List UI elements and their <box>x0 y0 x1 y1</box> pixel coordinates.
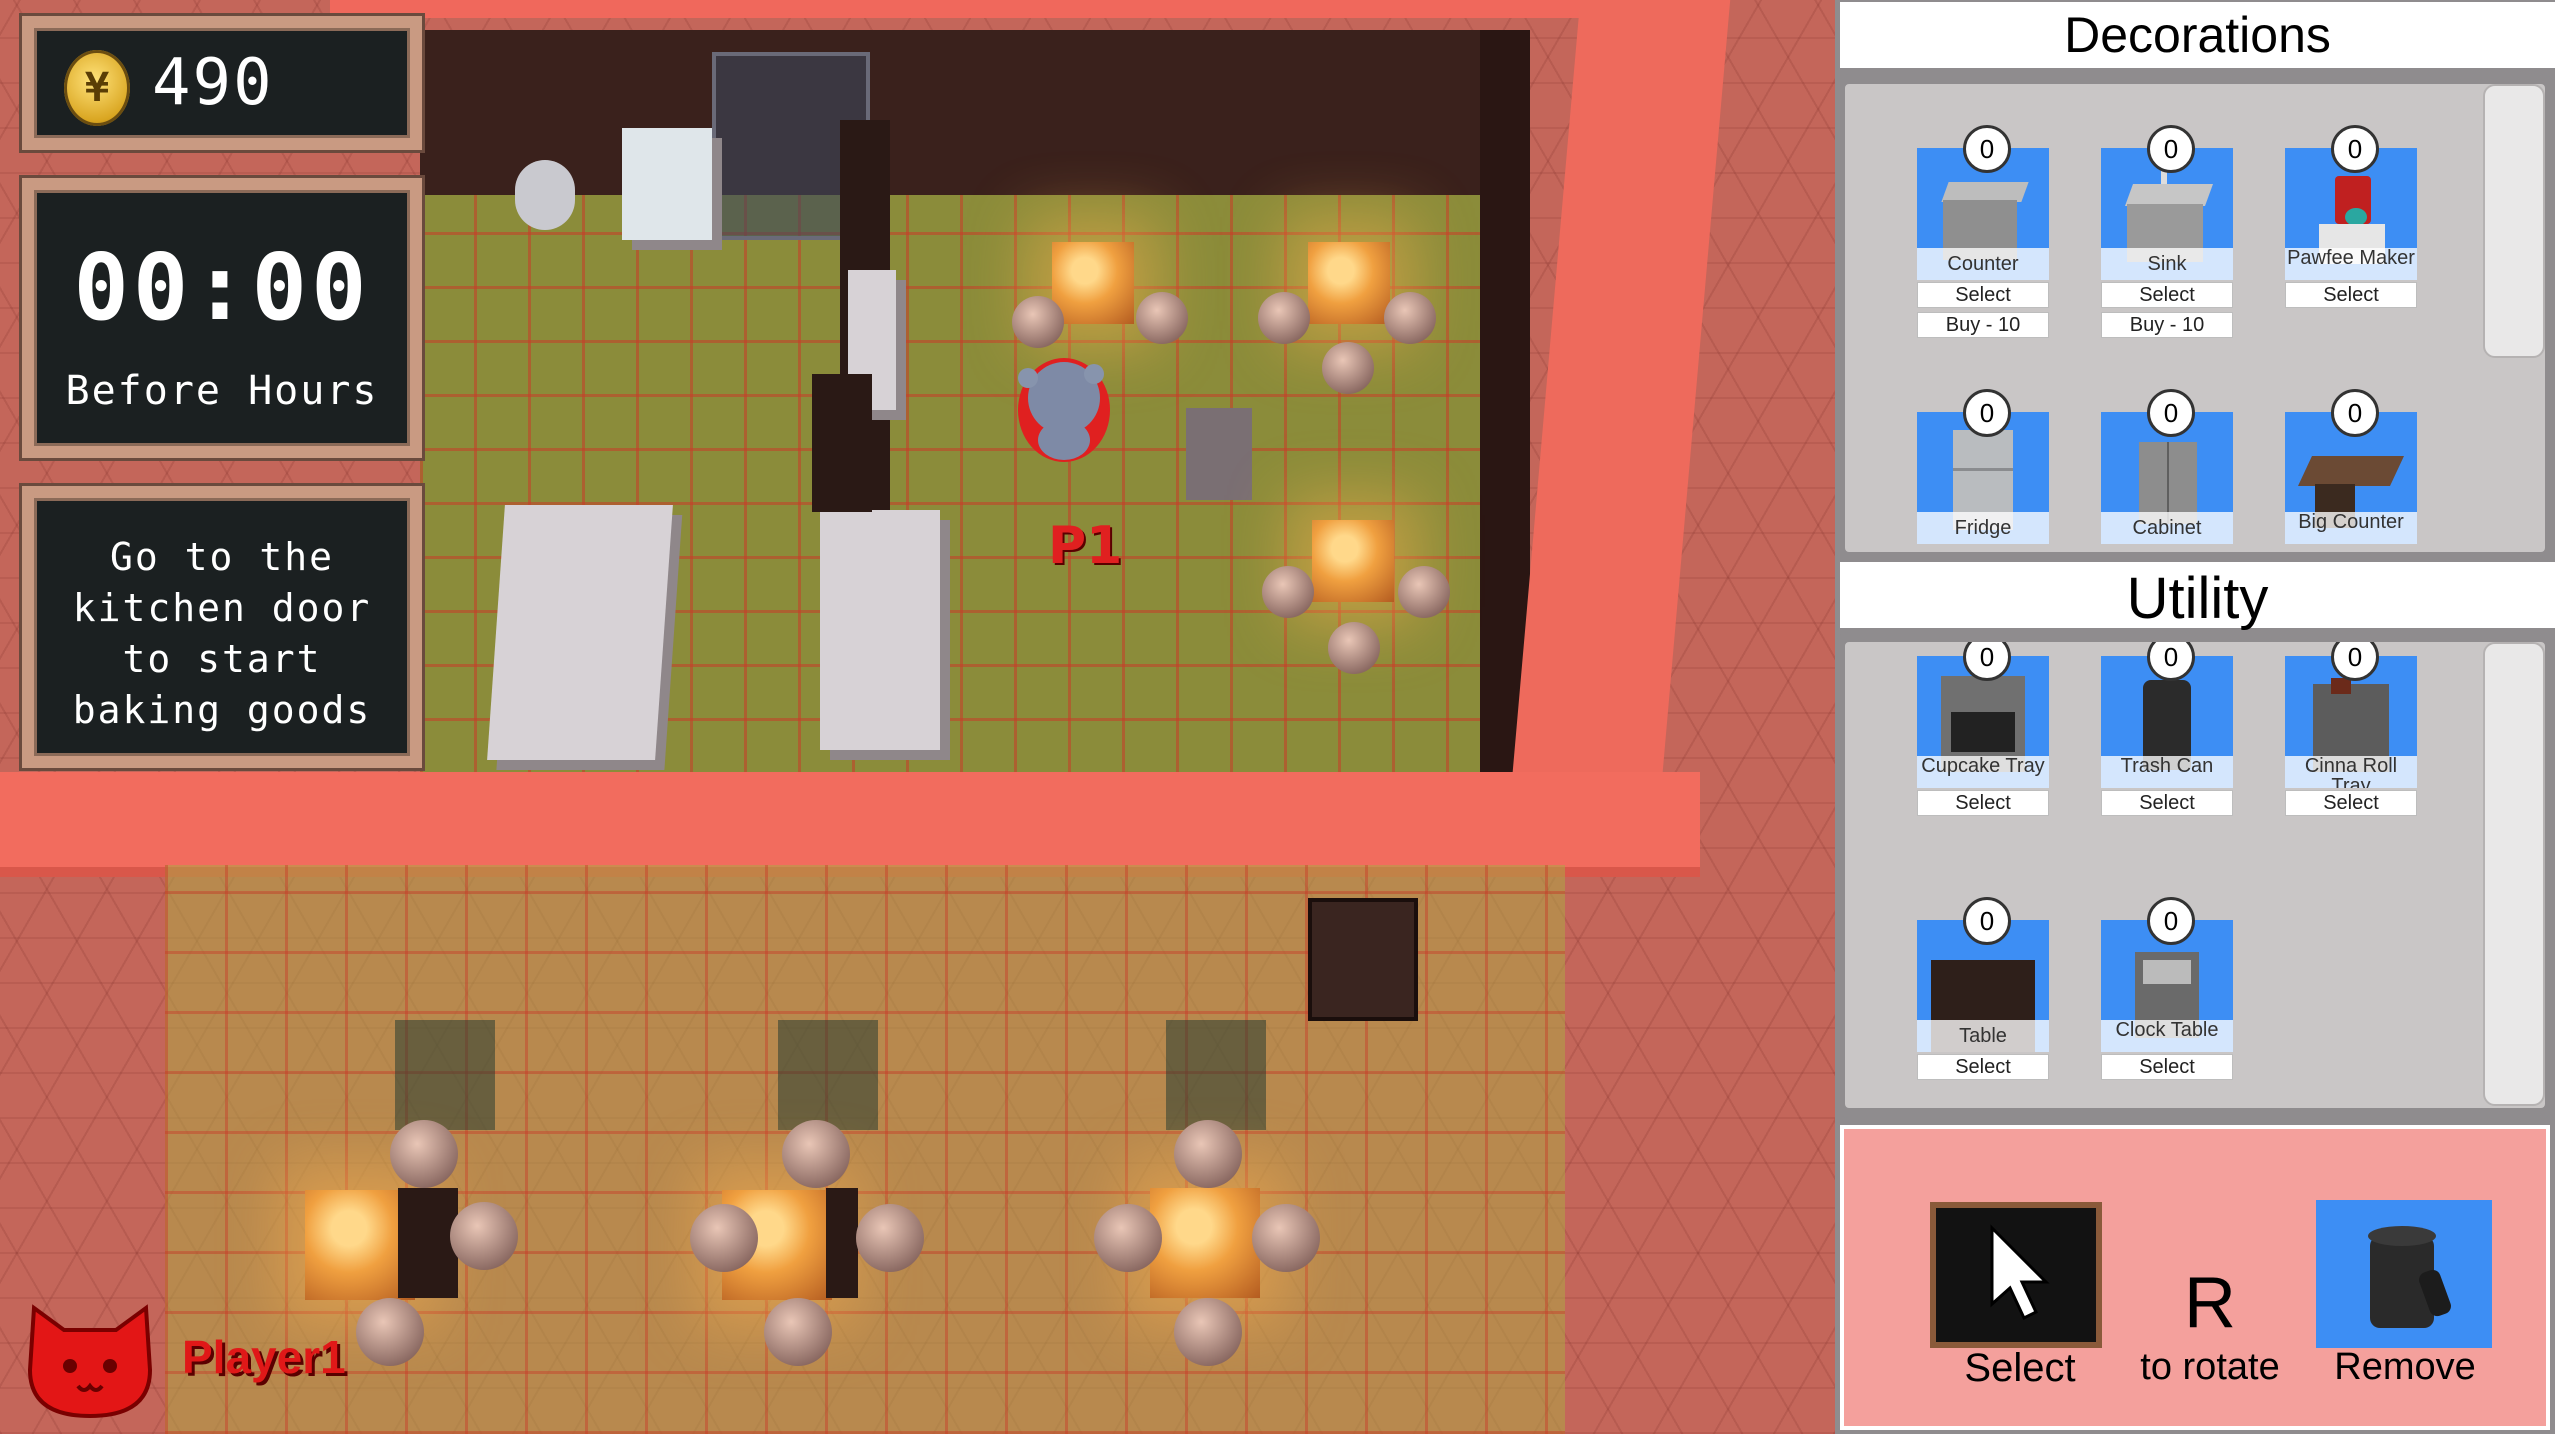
stool <box>1328 622 1380 674</box>
money-panel: ¥ 490 <box>22 16 422 150</box>
select-button[interactable]: Select <box>2285 790 2417 816</box>
stool <box>764 1298 832 1366</box>
select-button[interactable]: Select <box>1917 790 2049 816</box>
item-name: Pawfee Maker <box>2285 248 2417 280</box>
item-name: Sink <box>2101 248 2233 280</box>
clock-panel: 00:00 Before Hours <box>22 178 422 458</box>
select-button[interactable]: Select <box>2285 282 2417 308</box>
item-count-badge: 0 <box>2331 642 2379 681</box>
cursor-arrow-icon <box>1990 1224 2050 1321</box>
player-name: Player1 <box>182 1331 346 1383</box>
item-count-badge: 0 <box>2147 897 2195 945</box>
table-lamp <box>1150 1188 1260 1298</box>
item-name: Big Counter <box>2285 512 2417 544</box>
table-side <box>398 1188 458 1298</box>
item-count-badge: 0 <box>1963 642 2011 681</box>
item-name: Table <box>1917 1020 2049 1052</box>
select-button[interactable]: Select <box>1917 1054 2049 1080</box>
item-name: Cabinet <box>2101 512 2233 544</box>
decorations-list[interactable]: 0 Counter Select Buy - 10 0 Sink Select … <box>1835 74 2555 562</box>
item-count-badge: 0 <box>2331 389 2379 437</box>
stool <box>1252 1204 1320 1272</box>
rotate-key: R <box>2184 1263 2236 1343</box>
sink-object <box>1186 408 1252 500</box>
item-count-badge: 0 <box>1963 897 2011 945</box>
select-button[interactable]: Select <box>2101 790 2233 816</box>
decorations-scrollbar[interactable] <box>2483 84 2545 358</box>
stool <box>1262 566 1314 618</box>
stool <box>1174 1298 1242 1366</box>
stool <box>782 1120 850 1188</box>
trash-bin-object <box>515 160 575 230</box>
doorway-block <box>812 374 872 512</box>
table-shadow <box>778 1020 878 1130</box>
player-marker: P1 <box>1048 516 1123 576</box>
stool <box>1094 1204 1162 1272</box>
outer-wall-right <box>1509 0 1731 805</box>
item-count-badge: 0 <box>1963 125 2011 173</box>
item-count-badge: 0 <box>2331 125 2379 173</box>
select-tool-button[interactable] <box>1930 1202 2102 1348</box>
stool <box>1258 292 1310 344</box>
select-button[interactable]: Select <box>2101 282 2233 308</box>
item-name: Cupcake Tray <box>1917 756 2049 788</box>
outer-wall <box>330 0 1670 18</box>
money-value: 490 <box>152 46 274 120</box>
remove-tool-button[interactable] <box>2316 1200 2492 1348</box>
table-lamp <box>1052 242 1134 324</box>
coin-icon: ¥ <box>64 50 130 126</box>
select-tool-label: Select <box>1964 1346 2076 1390</box>
table-lamp <box>1312 520 1394 602</box>
stool <box>690 1204 758 1272</box>
item-name: Trash Can <box>2101 756 2233 788</box>
item-count-badge: 0 <box>2147 642 2195 681</box>
item-count-badge: 0 <box>2147 125 2195 173</box>
utility-list[interactable]: 0 Cupcake Tray Select 0 Trash Can Select… <box>1835 632 2555 1118</box>
remove-tool-label: Remove <box>2334 1346 2476 1388</box>
stool <box>1012 296 1064 348</box>
stool <box>1174 1120 1242 1188</box>
select-button[interactable]: Select <box>2101 1054 2233 1080</box>
player-character <box>1008 348 1118 468</box>
front-wall <box>0 772 1700 867</box>
counter-object <box>820 510 940 750</box>
stool <box>1322 342 1374 394</box>
utility-header: Utility <box>1840 562 2555 631</box>
fridge-object <box>622 128 712 240</box>
hint-text: Go to the kitchen door to start baking g… <box>72 535 372 732</box>
counter-object <box>487 505 673 760</box>
item-name: Clock Table <box>2101 1020 2233 1052</box>
decorations-header: Decorations <box>1840 2 2555 68</box>
cat-face-icon <box>24 1300 156 1420</box>
back-wall <box>420 30 1530 200</box>
clock-phase: Before Hours <box>65 368 379 414</box>
table-side <box>826 1188 858 1298</box>
table-lamp <box>1308 242 1390 324</box>
stool <box>1384 292 1436 344</box>
item-name: Fridge <box>1917 512 2049 544</box>
stool <box>1398 566 1450 618</box>
item-count-badge: 0 <box>2147 389 2195 437</box>
buy-button[interactable]: Buy - 10 <box>2101 312 2233 338</box>
item-name: Cinna Roll Tray <box>2285 756 2417 788</box>
stool <box>1136 292 1188 344</box>
trash-can-icon <box>2368 1226 2451 1328</box>
item-count-badge: 0 <box>1963 389 2011 437</box>
table-shadow <box>395 1020 495 1130</box>
stool <box>390 1120 458 1188</box>
stool <box>356 1298 424 1366</box>
hint-panel: Go to the kitchen door to start baking g… <box>22 486 422 768</box>
buy-button[interactable]: Buy - 10 <box>1917 312 2049 338</box>
table-shadow <box>1166 1020 1266 1130</box>
item-name: Counter <box>1917 248 2049 280</box>
stool <box>450 1202 518 1270</box>
rotate-label: to rotate <box>2140 1346 2280 1388</box>
select-button[interactable]: Select <box>1917 282 2049 308</box>
stool <box>856 1204 924 1272</box>
clock-time: 00:00 <box>73 234 371 341</box>
utility-scrollbar[interactable] <box>2483 642 2545 1106</box>
trash-can-object <box>1308 898 1418 1021</box>
